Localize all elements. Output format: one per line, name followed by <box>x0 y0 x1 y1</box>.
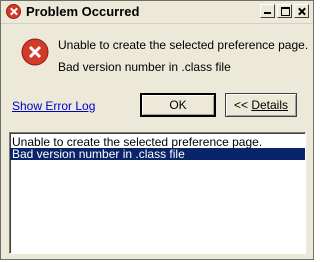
list-item-selected[interactable]: Bad version number in .class file <box>10 148 305 160</box>
show-error-log-link[interactable]: Show Error Log <box>12 99 95 113</box>
ok-button[interactable]: OK <box>140 93 216 117</box>
error-icon <box>21 38 49 66</box>
details-button-label: Details <box>251 98 289 112</box>
problem-dialog: Problem Occurred Unable to create the se… <box>0 0 314 260</box>
error-message: Unable to create the selected preference… <box>58 38 309 52</box>
title-bar[interactable]: Problem Occurred <box>1 1 313 24</box>
details-list[interactable]: Unable to create the selected preference… <box>9 132 306 254</box>
maximize-button[interactable] <box>277 4 292 18</box>
details-button-prefix: << <box>233 98 252 112</box>
close-button[interactable] <box>294 4 309 18</box>
minimize-button[interactable] <box>260 4 275 18</box>
error-icon <box>6 4 21 19</box>
error-reason: Bad version number in .class file <box>58 60 231 74</box>
window-title: Problem Occurred <box>26 4 140 19</box>
window-controls <box>260 4 309 18</box>
details-button[interactable]: << Details <box>225 93 297 117</box>
